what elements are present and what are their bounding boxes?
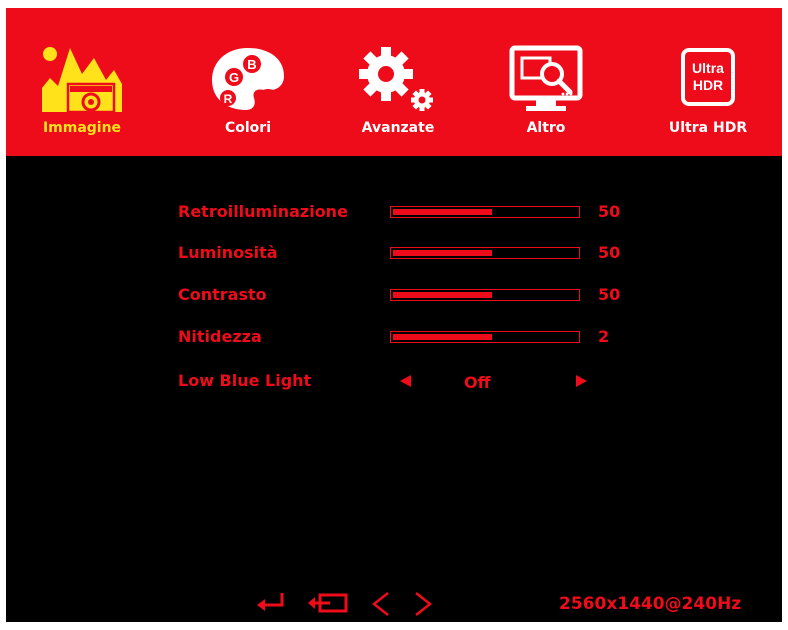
chevron-left-icon[interactable] — [368, 590, 394, 618]
setting-value: 50 — [598, 243, 621, 262]
setting-label: Contrasto — [178, 285, 267, 304]
setting-label: Luminosità — [178, 243, 278, 262]
enter-icon[interactable] — [254, 590, 288, 616]
tab-label: Colori — [224, 120, 271, 136]
chevron-right-icon[interactable] — [410, 590, 436, 618]
setting-option-value: Off — [464, 373, 491, 392]
tab-immagine[interactable]: Immagine — [26, 8, 138, 156]
ultra-hdr-icon: Ultra HDR — [681, 48, 735, 106]
setting-slider[interactable] — [390, 247, 580, 259]
svg-text:R: R — [224, 92, 233, 106]
setting-slider[interactable] — [390, 206, 580, 218]
arrow-right-icon[interactable] — [576, 375, 587, 387]
category-tab-bar: Immagine B G R Colori Avanzate Altro Ult… — [6, 8, 782, 156]
setting-row-low-blue-light[interactable]: Low Blue Light Off — [178, 369, 598, 393]
monitor-osd-menu: Immagine B G R Colori Avanzate Altro Ult… — [6, 8, 782, 622]
tab-ultra-hdr[interactable]: Ultra HDR Ultra HDR — [656, 8, 760, 156]
monitor-search-icon — [509, 45, 583, 111]
tab-label: Avanzate — [361, 120, 435, 136]
setting-value: 50 — [598, 202, 621, 221]
color-palette-icon: B G R — [212, 48, 284, 110]
slider-fill — [393, 292, 493, 298]
tab-colori[interactable]: B G R Colori — [192, 8, 304, 156]
picture-mountain-icon — [42, 47, 122, 112]
ultra-hdr-icon-text: Ultra HDR — [692, 60, 724, 93]
slider-fill — [393, 209, 493, 215]
slider-fill — [393, 250, 493, 256]
setting-value: 50 — [598, 285, 621, 304]
gears-icon — [359, 47, 433, 111]
arrow-left-icon[interactable] — [400, 375, 411, 387]
setting-label: Retroilluminazione — [178, 202, 348, 221]
tab-avanzate[interactable]: Avanzate — [342, 8, 454, 156]
exit-icon[interactable] — [306, 590, 352, 616]
svg-text:B: B — [247, 57, 256, 72]
setting-label: Nitidezza — [178, 327, 262, 346]
setting-slider[interactable] — [390, 289, 580, 301]
tab-label: Immagine — [42, 120, 122, 136]
svg-text:G: G — [229, 70, 239, 85]
resolution-readout: 2560x1440@240Hz — [559, 594, 742, 614]
tab-label: Altro — [526, 120, 566, 136]
setting-value: 2 — [598, 327, 610, 346]
setting-slider[interactable] — [390, 331, 580, 343]
tab-altro[interactable]: Altro — [490, 8, 602, 156]
setting-label: Low Blue Light — [178, 371, 312, 390]
slider-fill — [393, 334, 493, 340]
tab-label: Ultra HDR — [668, 120, 748, 136]
